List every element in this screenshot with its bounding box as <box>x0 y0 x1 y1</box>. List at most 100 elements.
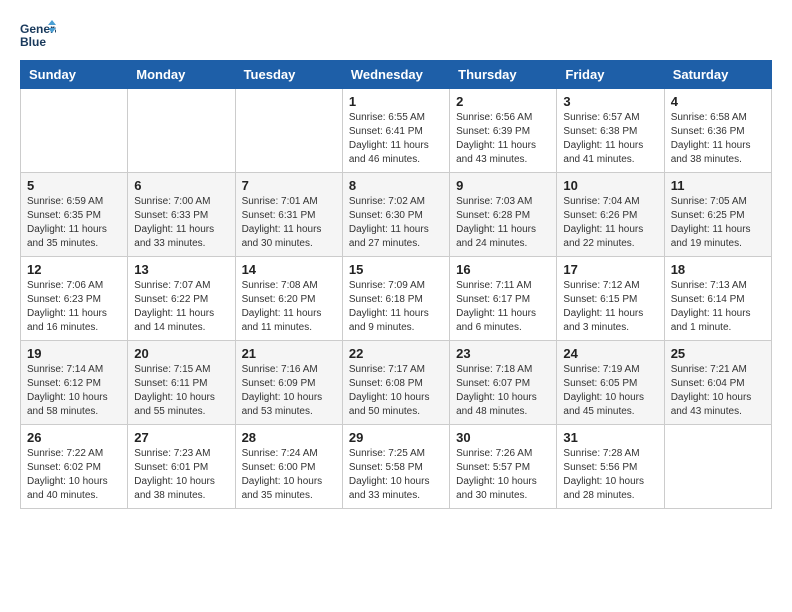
cell-content: Sunrise: 7:18 AM Sunset: 6:07 PM Dayligh… <box>456 363 550 419</box>
calendar-header-monday: Monday <box>128 61 235 89</box>
calendar-cell <box>235 89 342 173</box>
calendar-cell: 22 Sunrise: 7:17 AM Sunset: 6:08 PM Dayli… <box>342 341 449 425</box>
logo: General Blue <box>20 20 60 50</box>
day-number: 23 <box>456 346 550 361</box>
cell-content: Sunrise: 6:55 AM Sunset: 6:41 PM Dayligh… <box>349 111 443 167</box>
logo-icon: General Blue <box>20 20 56 50</box>
day-number: 14 <box>242 262 336 277</box>
cell-content: Sunrise: 7:16 AM Sunset: 6:09 PM Dayligh… <box>242 363 336 419</box>
calendar-cell: 17Sunrise: 7:12 AM Sunset: 6:15 PM Dayli… <box>557 257 664 341</box>
page-header: General Blue <box>20 20 772 50</box>
calendar-cell: 3 Sunrise: 6:57 AM Sunset: 6:38 PM Daylig… <box>557 89 664 173</box>
calendar-cell: 31 Sunrise: 7:28 AM Sunset: 5:56 PM Dayli… <box>557 425 664 509</box>
calendar-cell: 20 Sunrise: 7:15 AM Sunset: 6:11 PM Dayli… <box>128 341 235 425</box>
calendar-week-1: 1 Sunrise: 6:55 AM Sunset: 6:41 PM Daylig… <box>21 89 772 173</box>
calendar-cell: 4Sunrise: 6:58 AM Sunset: 6:36 PM Daylig… <box>664 89 771 173</box>
calendar-header-saturday: Saturday <box>664 61 771 89</box>
calendar-cell: 2 Sunrise: 6:56 AM Sunset: 6:39 PM Daylig… <box>450 89 557 173</box>
day-number: 16 <box>456 262 550 277</box>
cell-content: Sunrise: 7:21 AM Sunset: 6:04 PM Dayligh… <box>671 363 765 419</box>
calendar-week-2: 5 Sunrise: 6:59 AM Sunset: 6:35 PM Daylig… <box>21 173 772 257</box>
cell-content: Sunrise: 6:56 AM Sunset: 6:39 PM Dayligh… <box>456 111 550 167</box>
day-number: 26 <box>27 430 121 445</box>
calendar-cell: 24Sunrise: 7:19 AM Sunset: 6:05 PM Dayli… <box>557 341 664 425</box>
calendar-cell: 7 Sunrise: 7:01 AM Sunset: 6:31 PM Daylig… <box>235 173 342 257</box>
cell-content: Sunrise: 7:02 AM Sunset: 6:30 PM Dayligh… <box>349 195 443 251</box>
cell-content: Sunrise: 7:17 AM Sunset: 6:08 PM Dayligh… <box>349 363 443 419</box>
day-number: 31 <box>563 430 657 445</box>
day-number: 7 <box>242 178 336 193</box>
day-number: 1 <box>349 94 443 109</box>
day-number: 2 <box>456 94 550 109</box>
calendar-week-3: 12 Sunrise: 7:06 AM Sunset: 6:23 PM Dayli… <box>21 257 772 341</box>
calendar-cell: 14 Sunrise: 7:08 AM Sunset: 6:20 PM Dayli… <box>235 257 342 341</box>
calendar-week-4: 19Sunrise: 7:14 AM Sunset: 6:12 PM Dayli… <box>21 341 772 425</box>
calendar-cell: 27 Sunrise: 7:23 AM Sunset: 6:01 PM Dayli… <box>128 425 235 509</box>
calendar-cell <box>128 89 235 173</box>
cell-content: Sunrise: 7:11 AM Sunset: 6:17 PM Dayligh… <box>456 279 550 335</box>
calendar-cell: 16 Sunrise: 7:11 AM Sunset: 6:17 PM Dayli… <box>450 257 557 341</box>
day-number: 9 <box>456 178 550 193</box>
cell-content: Sunrise: 7:22 AM Sunset: 6:02 PM Dayligh… <box>27 447 121 503</box>
calendar-cell: 12 Sunrise: 7:06 AM Sunset: 6:23 PM Dayli… <box>21 257 128 341</box>
day-number: 5 <box>27 178 121 193</box>
cell-content: Sunrise: 7:03 AM Sunset: 6:28 PM Dayligh… <box>456 195 550 251</box>
calendar-cell: 28Sunrise: 7:24 AM Sunset: 6:00 PM Dayli… <box>235 425 342 509</box>
calendar-cell: 1 Sunrise: 6:55 AM Sunset: 6:41 PM Daylig… <box>342 89 449 173</box>
day-number: 8 <box>349 178 443 193</box>
calendar-cell <box>21 89 128 173</box>
calendar-cell: 15 Sunrise: 7:09 AM Sunset: 6:18 PM Dayli… <box>342 257 449 341</box>
calendar-header-friday: Friday <box>557 61 664 89</box>
calendar-cell: 11 Sunrise: 7:05 AM Sunset: 6:25 PM Dayli… <box>664 173 771 257</box>
cell-content: Sunrise: 7:26 AM Sunset: 5:57 PM Dayligh… <box>456 447 550 503</box>
day-number: 29 <box>349 430 443 445</box>
calendar-cell <box>664 425 771 509</box>
calendar-cell: 9 Sunrise: 7:03 AM Sunset: 6:28 PM Daylig… <box>450 173 557 257</box>
day-number: 6 <box>134 178 228 193</box>
cell-content: Sunrise: 7:14 AM Sunset: 6:12 PM Dayligh… <box>27 363 121 419</box>
cell-content: Sunrise: 7:04 AM Sunset: 6:26 PM Dayligh… <box>563 195 657 251</box>
cell-content: Sunrise: 7:00 AM Sunset: 6:33 PM Dayligh… <box>134 195 228 251</box>
day-number: 22 <box>349 346 443 361</box>
day-number: 30 <box>456 430 550 445</box>
calendar-cell: 18Sunrise: 7:13 AM Sunset: 6:14 PM Dayli… <box>664 257 771 341</box>
cell-content: Sunrise: 7:25 AM Sunset: 5:58 PM Dayligh… <box>349 447 443 503</box>
day-number: 27 <box>134 430 228 445</box>
cell-content: Sunrise: 7:07 AM Sunset: 6:22 PM Dayligh… <box>134 279 228 335</box>
day-number: 3 <box>563 94 657 109</box>
calendar-cell: 23 Sunrise: 7:18 AM Sunset: 6:07 PM Dayli… <box>450 341 557 425</box>
day-number: 20 <box>134 346 228 361</box>
cell-content: Sunrise: 7:08 AM Sunset: 6:20 PM Dayligh… <box>242 279 336 335</box>
calendar-header-wednesday: Wednesday <box>342 61 449 89</box>
day-number: 12 <box>27 262 121 277</box>
calendar-header-sunday: Sunday <box>21 61 128 89</box>
calendar-cell: 30 Sunrise: 7:26 AM Sunset: 5:57 PM Dayli… <box>450 425 557 509</box>
cell-content: Sunrise: 7:23 AM Sunset: 6:01 PM Dayligh… <box>134 447 228 503</box>
cell-content: Sunrise: 7:01 AM Sunset: 6:31 PM Dayligh… <box>242 195 336 251</box>
day-number: 25 <box>671 346 765 361</box>
day-number: 28 <box>242 430 336 445</box>
calendar-cell: 5 Sunrise: 6:59 AM Sunset: 6:35 PM Daylig… <box>21 173 128 257</box>
cell-content: Sunrise: 7:15 AM Sunset: 6:11 PM Dayligh… <box>134 363 228 419</box>
calendar-cell: 29 Sunrise: 7:25 AM Sunset: 5:58 PM Dayli… <box>342 425 449 509</box>
cell-content: Sunrise: 7:06 AM Sunset: 6:23 PM Dayligh… <box>27 279 121 335</box>
cell-content: Sunrise: 7:13 AM Sunset: 6:14 PM Dayligh… <box>671 279 765 335</box>
cell-content: Sunrise: 7:28 AM Sunset: 5:56 PM Dayligh… <box>563 447 657 503</box>
day-number: 11 <box>671 178 765 193</box>
svg-text:Blue: Blue <box>20 35 46 49</box>
cell-content: Sunrise: 7:05 AM Sunset: 6:25 PM Dayligh… <box>671 195 765 251</box>
calendar-header-row: SundayMondayTuesdayWednesdayThursdayFrid… <box>21 61 772 89</box>
calendar-cell: 13Sunrise: 7:07 AM Sunset: 6:22 PM Dayli… <box>128 257 235 341</box>
cell-content: Sunrise: 7:09 AM Sunset: 6:18 PM Dayligh… <box>349 279 443 335</box>
day-number: 15 <box>349 262 443 277</box>
calendar-cell: 21 Sunrise: 7:16 AM Sunset: 6:09 PM Dayli… <box>235 341 342 425</box>
day-number: 10 <box>563 178 657 193</box>
day-number: 21 <box>242 346 336 361</box>
calendar-cell: 25 Sunrise: 7:21 AM Sunset: 6:04 PM Dayli… <box>664 341 771 425</box>
calendar-header-thursday: Thursday <box>450 61 557 89</box>
cell-content: Sunrise: 6:59 AM Sunset: 6:35 PM Dayligh… <box>27 195 121 251</box>
day-number: 24 <box>563 346 657 361</box>
calendar-table: SundayMondayTuesdayWednesdayThursdayFrid… <box>20 60 772 509</box>
cell-content: Sunrise: 6:57 AM Sunset: 6:38 PM Dayligh… <box>563 111 657 167</box>
calendar-cell: 10 Sunrise: 7:04 AM Sunset: 6:26 PM Dayli… <box>557 173 664 257</box>
